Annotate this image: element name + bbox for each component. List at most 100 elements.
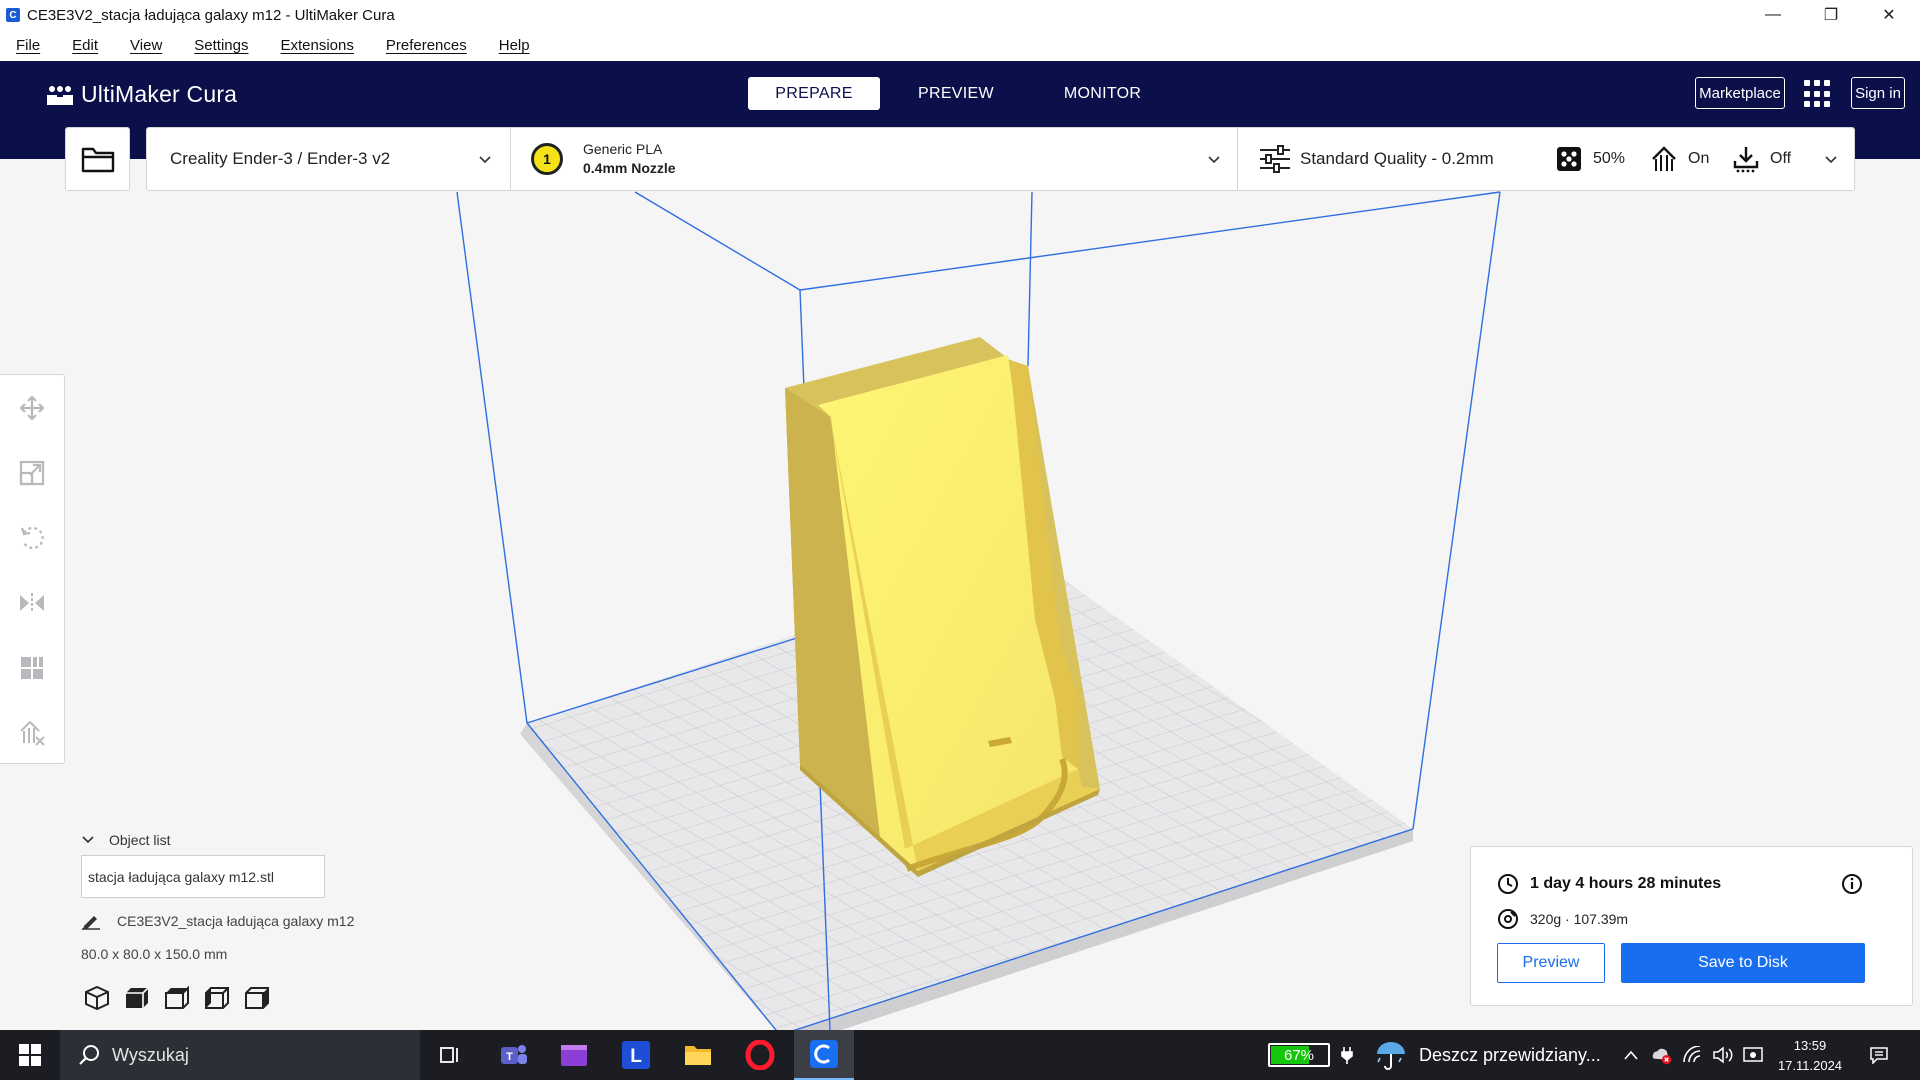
taskbar-app-file-explorer[interactable] <box>668 1030 728 1080</box>
sign-in-button[interactable]: Sign in <box>1851 77 1905 109</box>
umbrella-icon <box>1377 1042 1405 1070</box>
cube-left-icon <box>205 987 229 1009</box>
menu-bar: File Edit View Settings Extensions Prefe… <box>0 30 1920 61</box>
material-name: Generic PLA <box>583 141 663 157</box>
print-time-row: 1 day 4 hours 28 minutes <box>1497 873 1721 895</box>
tool-panel <box>0 374 65 764</box>
mirror-tool[interactable] <box>17 588 47 618</box>
tab-preview[interactable]: PREVIEW <box>886 77 1026 110</box>
svg-text:L: L <box>630 1046 642 1067</box>
window-titlebar: C CE3E3V2_stacja ładująca galaxy m12 - U… <box>0 0 1920 30</box>
camera-view-buttons <box>82 983 282 1013</box>
taskbar-app-clipchamp[interactable] <box>544 1030 604 1080</box>
job-name-row[interactable]: CE3E3V2_stacja ładująca galaxy m12 <box>81 912 354 930</box>
notifications-icon[interactable] <box>1868 1044 1890 1066</box>
cube-top-icon <box>165 985 189 1009</box>
cube-3d-icon <box>85 985 109 1011</box>
folder-icon <box>685 1046 711 1065</box>
opera-icon <box>745 1040 775 1070</box>
tab-monitor[interactable]: MONITOR <box>1032 77 1173 110</box>
view-right-button[interactable] <box>242 983 272 1013</box>
clock-date: 17.11.2024 <box>1777 1058 1843 1073</box>
ultimaker-logo: UltiMaker Cura <box>45 81 237 108</box>
task-view-icon <box>440 1047 458 1063</box>
battery-indicator[interactable]: 67% <box>1268 1043 1330 1067</box>
close-button[interactable]: ✕ <box>1860 0 1918 30</box>
menu-help[interactable]: Help <box>489 37 540 54</box>
clock-icon <box>1498 874 1518 894</box>
start-button[interactable] <box>0 1030 60 1080</box>
network-vpn-icon[interactable] <box>1742 1044 1764 1066</box>
svg-text:T: T <box>506 1051 513 1063</box>
search-icon <box>79 1045 99 1065</box>
volume-icon[interactable] <box>1712 1044 1734 1066</box>
wifi-icon[interactable] <box>1682 1044 1704 1066</box>
view-top-button[interactable] <box>162 983 192 1013</box>
per-model-settings-tool[interactable] <box>17 653 47 683</box>
taskbar-search[interactable]: Wyszukaj <box>60 1030 420 1080</box>
rotate-tool[interactable] <box>17 523 47 553</box>
menu-view[interactable]: View <box>120 37 172 54</box>
view-front-button[interactable] <box>122 983 152 1013</box>
save-to-disk-button[interactable]: Save to Disk <box>1621 943 1865 983</box>
menu-file[interactable]: File <box>6 37 50 54</box>
apps-grid-icon[interactable] <box>1804 80 1832 108</box>
list-item[interactable]: stacja ładująca galaxy m12.stl <box>88 869 274 885</box>
marketplace-button[interactable]: Marketplace <box>1695 77 1785 109</box>
restore-button[interactable]: ❐ <box>1802 0 1860 30</box>
model-phone-stand[interactable] <box>785 337 1100 877</box>
menu-preferences[interactable]: Preferences <box>376 37 477 54</box>
cube-right-icon <box>245 987 269 1009</box>
mirror-icon <box>20 593 44 613</box>
minimize-button[interactable]: — <box>1744 0 1802 30</box>
preview-button[interactable]: Preview <box>1497 943 1605 983</box>
menu-edit[interactable]: Edit <box>62 37 108 54</box>
scale-tool[interactable] <box>17 458 47 488</box>
info-icon[interactable] <box>1841 873 1863 895</box>
object-list-label: Object list <box>109 832 171 848</box>
weather-widget[interactable]: Deszcz przewidziany... <box>1375 1030 1601 1080</box>
rotate-icon <box>20 526 44 550</box>
minimize-icon: — <box>1765 6 1781 23</box>
taskbar-app-l[interactable]: L <box>606 1030 666 1080</box>
object-list-toggle[interactable]: Object list <box>81 832 170 848</box>
per-model-settings-icon <box>21 657 43 679</box>
clock-time: 13:59 <box>1793 1038 1827 1053</box>
cube-front-icon <box>126 987 149 1008</box>
pencil-icon[interactable] <box>81 912 101 930</box>
cura-app-icon: C <box>6 8 20 22</box>
chevron-down-icon <box>82 836 94 844</box>
weather-text: Deszcz przewidziany... <box>1419 1044 1601 1065</box>
show-hidden-icons-chevron-icon[interactable] <box>1620 1044 1642 1066</box>
taskbar-clock[interactable]: 13:59 17.11.2024 <box>1770 1036 1850 1076</box>
spool-icon <box>1498 909 1518 929</box>
taskbar-app-cura[interactable] <box>794 1030 854 1080</box>
tab-prepare[interactable]: PREPARE <box>748 77 880 110</box>
plug-icon <box>1336 1044 1358 1066</box>
onedrive-error-icon[interactable] <box>1650 1044 1672 1066</box>
menu-settings[interactable]: Settings <box>184 37 258 54</box>
view-left-button[interactable] <box>202 983 232 1013</box>
move-tool[interactable] <box>17 393 47 423</box>
clipchamp-icon <box>561 1045 587 1066</box>
material-usage: 320g · 107.39m <box>1530 911 1629 927</box>
windows-taskbar: Wyszukaj T L 67% Deszcz przewidziany... … <box>0 1030 1920 1080</box>
support-blocker-tool[interactable] <box>17 718 47 748</box>
model-dimensions: 80.0 x 80.0 x 150.0 mm <box>81 946 228 962</box>
task-view-button[interactable] <box>420 1030 480 1080</box>
material-usage-row: 320g · 107.39m <box>1497 908 1628 930</box>
print-summary-panel: 1 day 4 hours 28 minutes 320g · 107.39m … <box>1470 846 1913 1006</box>
battery-percent: 67% <box>1283 1046 1315 1064</box>
windows-logo-icon <box>19 1044 41 1066</box>
teams-icon: T <box>501 1045 527 1064</box>
support-blocker-icon <box>20 720 45 746</box>
search-placeholder: Wyszukaj <box>112 1044 189 1065</box>
menu-extensions[interactable]: Extensions <box>270 37 363 54</box>
view-3d-button[interactable] <box>82 983 112 1013</box>
l-app-icon: L <box>622 1041 650 1069</box>
taskbar-app-teams[interactable]: T <box>484 1030 544 1080</box>
logo-text: UltiMaker Cura <box>81 81 238 107</box>
ultimaker-logo-icon <box>47 85 73 105</box>
taskbar-app-opera[interactable] <box>730 1030 790 1080</box>
cura-icon <box>810 1040 838 1068</box>
